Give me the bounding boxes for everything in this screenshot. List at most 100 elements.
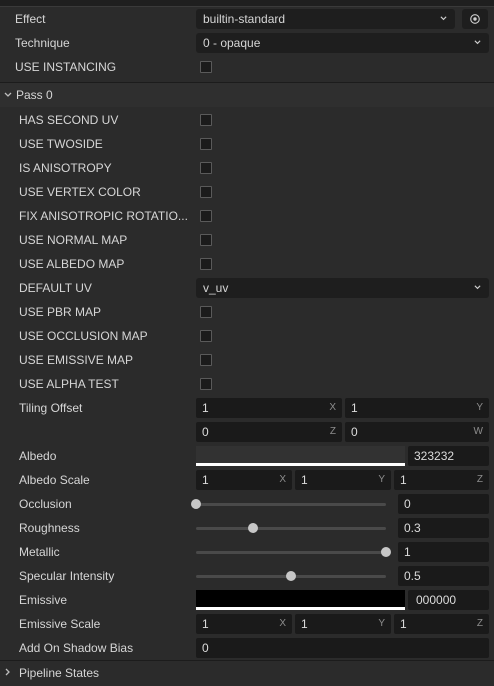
emissive-scale-row: Emissive Scale 1 X 1 Y 1 Z (0, 612, 494, 636)
roughness-slider[interactable] (196, 527, 386, 530)
specular-intensity-slider-thumb[interactable] (286, 571, 296, 581)
effect-label: Effect (15, 12, 46, 26)
albedo-label: Albedo (19, 449, 57, 463)
use-normal-map-checkbox[interactable] (200, 234, 212, 246)
use-vertex-color-checkbox[interactable] (200, 186, 212, 198)
define-label: FIX ANISOTROPIC ROTATIO... (19, 209, 188, 223)
use-emissive-map-checkbox[interactable] (200, 354, 212, 366)
tiling-offset-x-field[interactable]: 1 X (196, 398, 342, 418)
define-label: USE VERTEX COLOR (19, 185, 141, 199)
metallic-slider-thumb[interactable] (381, 547, 391, 557)
technique-value: 0 - opaque (203, 36, 261, 50)
shadow-bias-field[interactable]: 0 (196, 638, 489, 658)
albedo-scale-x-field[interactable]: 1 X (196, 470, 292, 490)
use-albedo-map-checkbox[interactable] (200, 258, 212, 270)
axis-z-label: Z (476, 618, 483, 629)
has-second-uv-checkbox[interactable] (200, 114, 212, 126)
occlusion-slider-thumb[interactable] (191, 499, 201, 509)
use-twoside-checkbox[interactable] (200, 138, 212, 150)
emissive-scale-x-field[interactable]: 1 X (196, 614, 292, 634)
albedo-scale-label: Albedo Scale (19, 473, 90, 487)
field-value: 1 (301, 473, 308, 487)
technique-select[interactable]: 0 - opaque (196, 33, 489, 53)
axis-y-label: Y (378, 618, 385, 629)
axis-x-label: X (279, 618, 286, 629)
tiling-offset-w-field[interactable]: 0 W (345, 422, 489, 442)
chevron-down-icon (4, 92, 12, 97)
emissive-scale-y-field[interactable]: 1 Y (295, 614, 391, 634)
albedo-scale-z-field[interactable]: 1 Z (394, 470, 489, 490)
define-label: HAS SECOND UV (19, 113, 119, 127)
albedo-color-swatch[interactable] (196, 446, 405, 466)
locate-effect-button[interactable] (462, 9, 488, 29)
define-label: USE TWOSIDE (19, 137, 103, 151)
default-uv-label: DEFAULT UV (19, 281, 92, 295)
define-row: USE OCCLUSION MAP (0, 324, 494, 348)
tiling-offset-row: Tiling Offset 1 X 1 Y (0, 396, 494, 420)
tiling-offset-z-field[interactable]: 0 Z (196, 422, 342, 442)
occlusion-value-field[interactable]: 0 (398, 494, 489, 514)
metallic-slider[interactable] (196, 551, 386, 554)
albedo-hex-field[interactable]: 323232 (408, 446, 489, 466)
metallic-row: Metallic 1 (0, 540, 494, 564)
define-label: USE NORMAL MAP (19, 233, 128, 247)
albedo-scale-y-field[interactable]: 1 Y (295, 470, 391, 490)
specular-intensity-row: Specular Intensity 0.5 (0, 564, 494, 588)
use-instancing-checkbox[interactable] (200, 61, 212, 73)
roughness-label: Roughness (19, 521, 80, 535)
specular-intensity-value-field[interactable]: 0.5 (398, 566, 489, 586)
emissive-color-swatch[interactable] (196, 590, 405, 610)
use-alpha-test-checkbox[interactable] (200, 378, 212, 390)
axis-z-label: Z (329, 426, 336, 437)
specular-intensity-label: Specular Intensity (19, 569, 115, 583)
field-value: 1 (351, 401, 358, 415)
define-row: IS ANISOTROPY (0, 156, 494, 180)
field-value: 0 (202, 425, 209, 439)
emissive-hex-field[interactable]: 000000 (408, 590, 489, 610)
use-pbr-map-checkbox[interactable] (200, 306, 212, 318)
tiling-offset-y-field[interactable]: 1 Y (345, 398, 489, 418)
define-row: USE ALPHA TEST (0, 372, 494, 396)
axis-y-label: Y (378, 474, 385, 485)
axis-z-label: Z (476, 474, 483, 485)
target-icon (470, 14, 480, 24)
pipeline-states-header[interactable]: Pipeline States (0, 660, 494, 685)
effect-row: Effect builtin-standard (0, 7, 494, 31)
axis-w-label: W (473, 426, 483, 437)
define-row: USE NORMAL MAP (0, 228, 494, 252)
define-label: IS ANISOTROPY (19, 161, 112, 175)
field-value: 1 (202, 617, 209, 631)
define-row: USE VERTEX COLOR (0, 180, 494, 204)
chevron-down-icon (440, 16, 447, 21)
field-value: 000000 (416, 593, 457, 607)
define-row: USE EMISSIVE MAP (0, 348, 494, 372)
roughness-slider-thumb[interactable] (248, 523, 258, 533)
field-value: 1 (202, 401, 209, 415)
use-instancing-row: USE INSTANCING (0, 55, 494, 79)
define-row: USE ALBEDO MAP (0, 252, 494, 276)
fix-anisotropic-rotation-checkbox[interactable] (200, 210, 212, 222)
is-anisotropy-checkbox[interactable] (200, 162, 212, 174)
define-row: USE TWOSIDE (0, 132, 494, 156)
define-label: USE ALBEDO MAP (19, 257, 125, 271)
roughness-value-field[interactable]: 0.3 (398, 518, 489, 538)
field-value: 0.3 (404, 521, 421, 535)
tiling-offset-row-2: 0 Z 0 W (0, 420, 494, 444)
emissive-scale-z-field[interactable]: 1 Z (394, 614, 489, 634)
metallic-value-field[interactable]: 1 (398, 542, 489, 562)
define-row: USE PBR MAP (0, 300, 494, 324)
pass-0-header[interactable]: Pass 0 (0, 82, 494, 107)
shadow-bias-row: Add On Shadow Bias 0 (0, 636, 494, 660)
use-occlusion-map-checkbox[interactable] (200, 330, 212, 342)
occlusion-slider[interactable] (196, 503, 386, 506)
effect-select[interactable]: builtin-standard (196, 9, 455, 29)
default-uv-select[interactable]: v_uv (196, 278, 489, 298)
field-value: 1 (400, 617, 407, 631)
effect-value: builtin-standard (203, 12, 286, 26)
field-value: 0 (202, 641, 209, 655)
top-divider (0, 0, 494, 7)
define-label: USE OCCLUSION MAP (19, 329, 148, 343)
field-value: 1 (400, 473, 407, 487)
define-label: USE PBR MAP (19, 305, 102, 319)
albedo-row: Albedo 323232 (0, 444, 494, 468)
